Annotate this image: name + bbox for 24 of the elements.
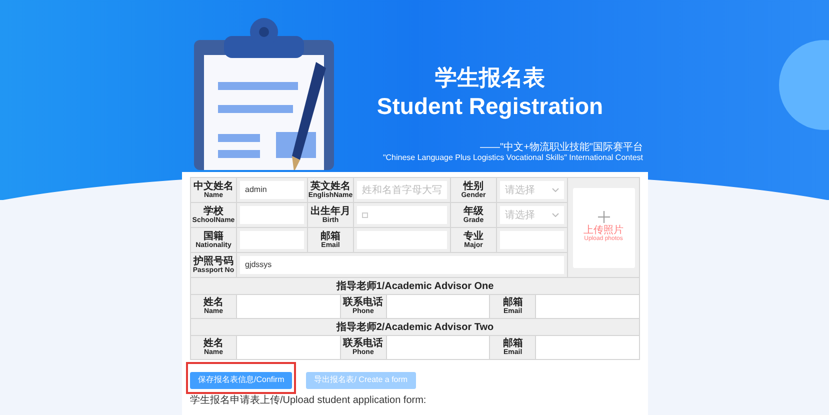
calendar-icon [362,212,368,218]
input-field[interactable]: admin [240,181,304,199]
input-field[interactable] [386,336,490,360]
section-heading: 指导老师2/Academic Advisor Two [191,319,640,336]
select-field[interactable]: 请选择 [500,206,564,224]
chevron-down-icon [552,213,559,217]
upload-instruction: 学生报名申请表上传/Upload student application form: [190,395,428,406]
input-field[interactable]: gjdssys [240,256,564,274]
input-field[interactable] [237,336,341,360]
subtitle-chinese: ——"中文+物流职业技能"国际赛平台 [480,143,643,153]
select-field[interactable]: 请选择 [500,181,564,199]
input-field[interactable] [386,295,490,319]
subtitle-english: "Chinese Language Plus Logistics Vocational Skills" International Contest [382,153,643,163]
input-field[interactable] [237,295,341,319]
plus-icon [598,211,610,224]
title-english: Student Registration [376,92,604,120]
date-field[interactable] [357,206,447,224]
confirm-button[interactable]: 保存报名表信息/Confirm [190,372,292,388]
input-field[interactable] [536,336,640,360]
input-field[interactable]: 姓和名首字母大写 [357,181,447,199]
title-chinese: 学生报名表 [435,64,545,92]
section-heading: 指导老师1/Academic Advisor One [191,278,640,295]
chevron-down-icon [552,188,559,192]
input-field[interactable] [536,295,640,319]
